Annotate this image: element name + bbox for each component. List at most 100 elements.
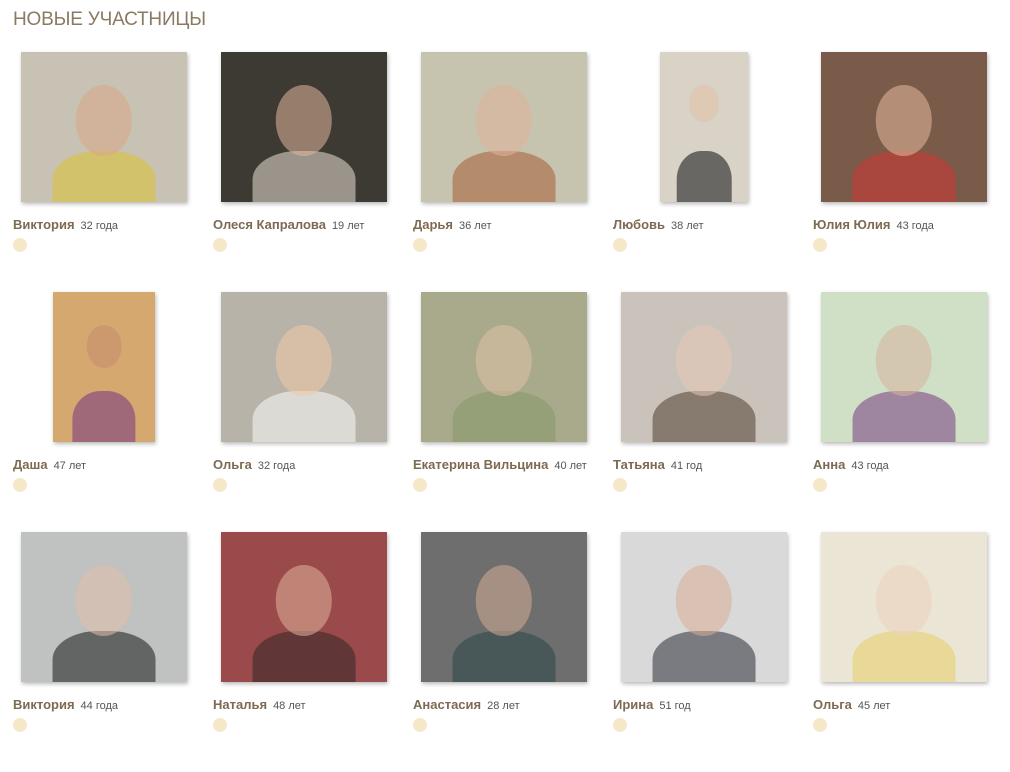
member-info: Виктория 44 года <box>13 696 213 732</box>
member-card: Виктория 44 года <box>13 532 213 772</box>
online-status-icon <box>813 238 827 252</box>
member-card: Екатерина Вильцина 40 лет <box>413 292 613 532</box>
member-photo[interactable] <box>21 532 187 682</box>
member-card: Любовь 38 лет <box>613 52 813 292</box>
member-age: 43 года <box>851 460 889 472</box>
member-info: Ирина 51 год <box>613 696 813 732</box>
member-name-link[interactable]: Юлия Юлия <box>813 217 890 232</box>
member-photo-container <box>21 292 187 442</box>
section-title: НОВЫЕ УЧАСТНИЦЫ <box>13 9 206 30</box>
member-card: Даша 47 лет <box>13 292 213 532</box>
member-info: Татьяна 41 год <box>613 456 813 492</box>
member-photo-container <box>621 52 787 202</box>
online-status-icon <box>613 238 627 252</box>
member-card: Анастасия 28 лет <box>413 532 613 772</box>
member-photo[interactable] <box>221 292 387 442</box>
photo-figure-head <box>86 325 122 369</box>
member-photo[interactable] <box>821 292 987 442</box>
member-photo-container <box>821 532 987 682</box>
member-age: 48 лет <box>273 700 306 712</box>
member-name-link[interactable]: Наталья <box>213 697 267 712</box>
member-age: 41 год <box>670 460 703 472</box>
photo-figure-body <box>852 391 956 442</box>
member-info: Наталья 48 лет <box>213 696 413 732</box>
online-status-icon <box>413 478 427 492</box>
member-age: 51 год <box>659 700 691 712</box>
member-info: Олеся Капралова 19 лет <box>213 216 413 252</box>
member-name-link[interactable]: Ирина <box>613 697 653 712</box>
member-photo-container <box>21 532 187 682</box>
member-card: Ольга 32 года <box>213 292 413 532</box>
photo-figure-body <box>676 151 732 202</box>
member-photo[interactable] <box>660 52 748 202</box>
member-name-link[interactable]: Екатерина Вильцина <box>413 457 548 472</box>
member-photo[interactable] <box>821 532 987 682</box>
member-info: Дарья 36 лет <box>413 216 613 252</box>
member-card: Юлия Юлия 43 года <box>813 52 1010 292</box>
member-info: Даша 47 лет <box>13 456 213 492</box>
member-age: 44 года <box>80 700 119 712</box>
member-name-link[interactable]: Татьяна <box>613 457 665 472</box>
member-name-link[interactable]: Даша <box>13 457 48 472</box>
member-name-link[interactable]: Дарья <box>413 217 453 232</box>
photo-figure-head <box>875 85 933 156</box>
member-age: 36 лет <box>459 220 492 232</box>
member-photo-container <box>821 52 987 202</box>
member-name-link[interactable]: Любовь <box>613 217 665 232</box>
member-photo[interactable] <box>421 52 587 202</box>
photo-figure-head <box>275 325 333 396</box>
member-info: Екатерина Вильцина 40 лет <box>413 456 613 492</box>
photo-figure-body <box>52 631 156 682</box>
member-age: 32 года <box>80 220 119 232</box>
member-info: Юлия Юлия 43 года <box>813 216 1010 252</box>
member-age: 38 лет <box>671 220 704 232</box>
photo-figure-head <box>475 85 533 156</box>
member-photo-container <box>421 292 587 442</box>
photo-figure-head <box>675 325 733 396</box>
member-card: Виктория 32 года <box>13 52 213 292</box>
photo-figure-head <box>275 565 333 636</box>
online-status-icon <box>413 718 427 732</box>
member-card: Наталья 48 лет <box>213 532 413 772</box>
members-grid: Виктория 32 года Олеся Капралова 19 лет Дарь… <box>13 52 1010 772</box>
photo-figure-body <box>652 631 756 682</box>
member-card: Анна 43 года <box>813 292 1010 532</box>
member-name-link[interactable]: Виктория <box>13 697 75 712</box>
member-name-link[interactable]: Ольга <box>213 457 252 472</box>
photo-figure-body <box>452 391 556 442</box>
member-age: 47 лет <box>53 460 87 472</box>
photo-figure-head <box>75 565 133 636</box>
member-name-link[interactable]: Анастасия <box>413 697 481 712</box>
member-age: 45 лет <box>857 700 891 712</box>
member-photo[interactable] <box>621 292 787 442</box>
member-photo-container <box>21 52 187 202</box>
member-photo[interactable] <box>621 532 787 682</box>
new-members-page: НОВЫЕ УЧАСТНИЦЫ Виктория 32 года Олеся Кап… <box>0 0 1010 740</box>
online-status-icon <box>613 478 627 492</box>
member-photo[interactable] <box>221 52 387 202</box>
member-card: Ольга 45 лет <box>813 532 1010 772</box>
photo-figure-body <box>852 151 956 202</box>
member-photo[interactable] <box>53 292 155 442</box>
photo-figure-body <box>852 631 956 682</box>
member-photo-container <box>221 292 387 442</box>
member-photo-container <box>421 52 587 202</box>
member-age: 19 лет <box>331 220 365 232</box>
member-name-link[interactable]: Анна <box>813 457 845 472</box>
member-age: 32 года <box>257 460 296 472</box>
member-info: Анна 43 года <box>813 456 1010 492</box>
member-info: Любовь 38 лет <box>613 216 813 252</box>
photo-figure-head <box>275 85 333 156</box>
member-photo[interactable] <box>421 292 587 442</box>
member-photo-container <box>621 532 787 682</box>
member-photo[interactable] <box>821 52 987 202</box>
member-photo[interactable] <box>21 52 187 202</box>
photo-figure-head <box>875 565 933 636</box>
member-card: Ирина 51 год <box>613 532 813 772</box>
member-photo[interactable] <box>221 532 387 682</box>
member-name-link[interactable]: Виктория <box>13 217 75 232</box>
member-photo[interactable] <box>421 532 587 682</box>
member-name-link[interactable]: Ольга <box>813 697 852 712</box>
member-age: 28 лет <box>487 700 520 712</box>
member-name-link[interactable]: Олеся Капралова <box>213 217 326 232</box>
